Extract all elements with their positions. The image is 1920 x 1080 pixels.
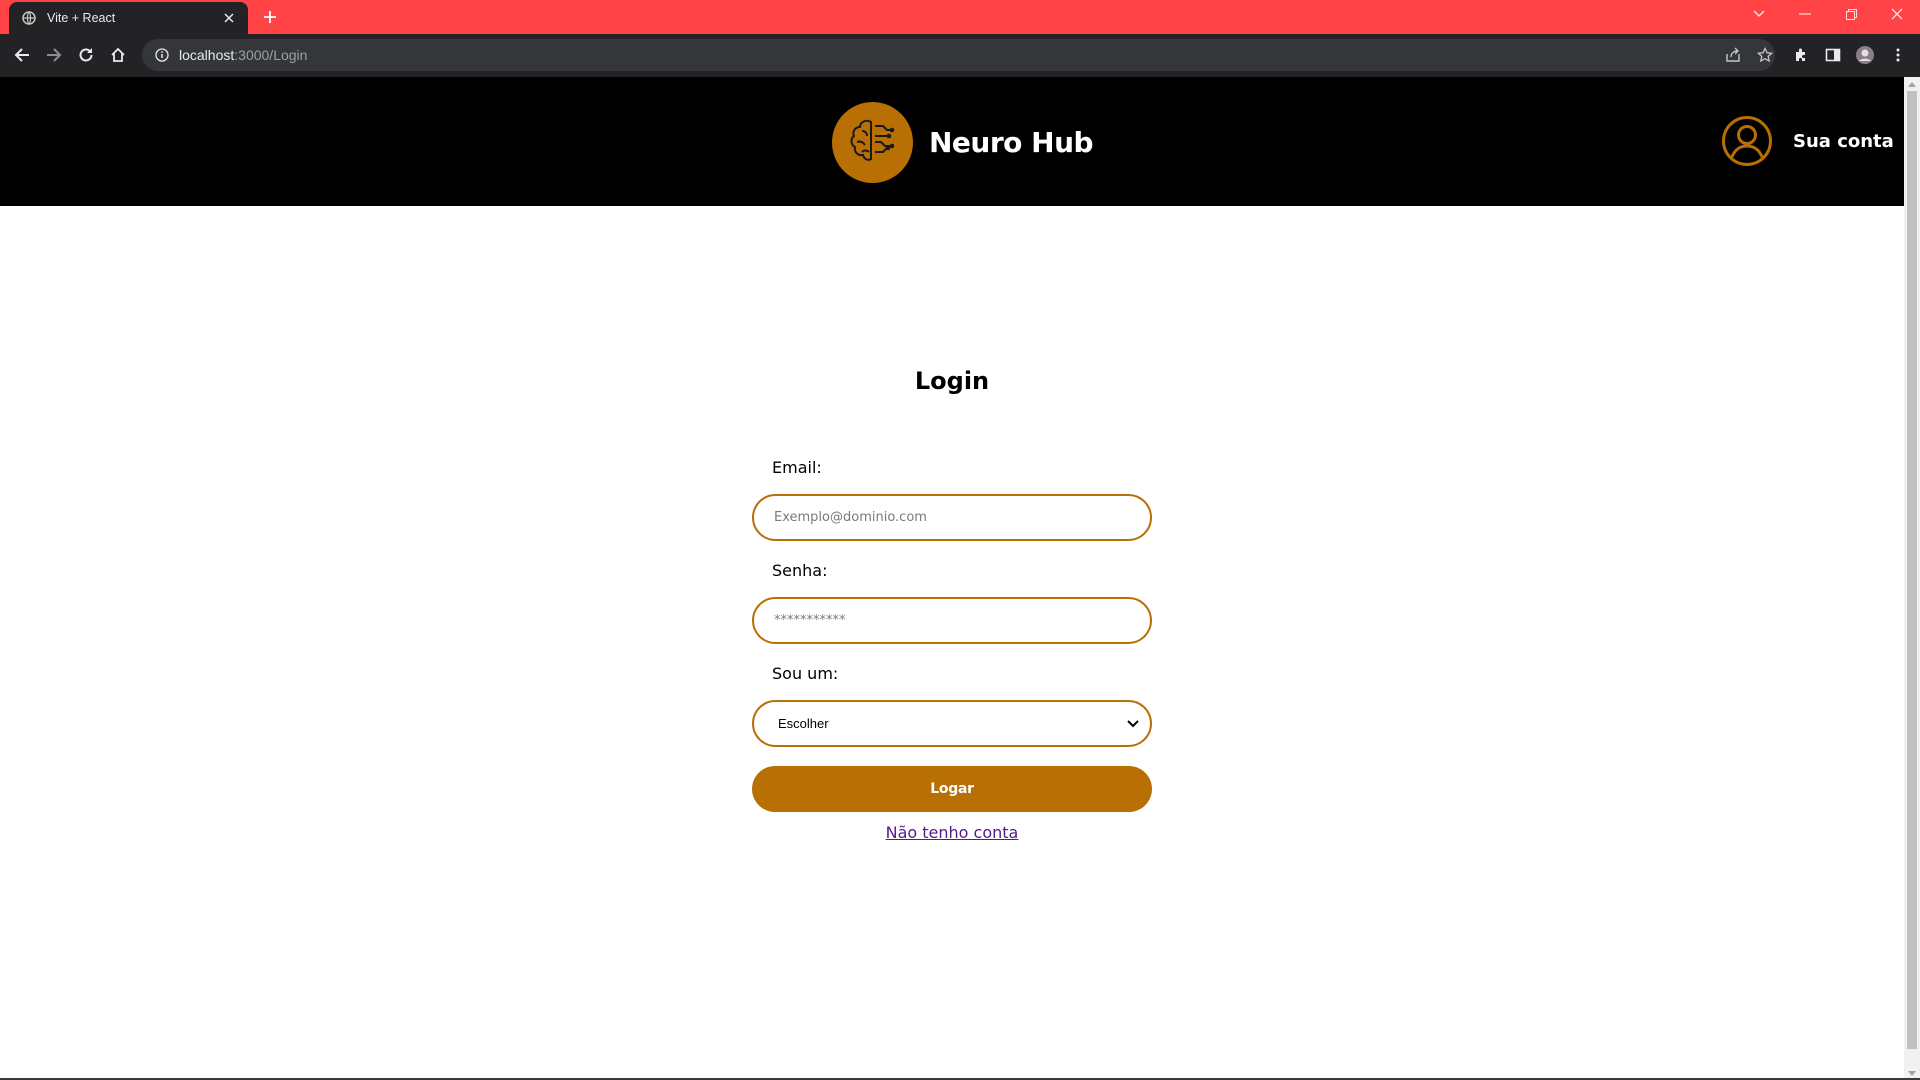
back-icon[interactable] (8, 41, 36, 69)
browser-menu-icon[interactable] (1886, 43, 1910, 67)
profile-avatar-icon[interactable] (1853, 43, 1877, 67)
site-info-icon[interactable] (154, 47, 170, 63)
restore-icon[interactable] (1831, 0, 1871, 28)
role-select[interactable]: Escolher (752, 700, 1152, 747)
login-button[interactable]: Logar (752, 766, 1152, 812)
browser-tab[interactable]: Vite + React (9, 2, 248, 34)
brand-name: Neuro Hub (929, 125, 1094, 159)
email-field[interactable] (774, 510, 1130, 525)
login-form: Email: Senha: Sou um: Escolher Logar Não… (752, 457, 1152, 842)
close-tab-icon[interactable] (220, 9, 238, 27)
tab-title: Vite + React (47, 11, 116, 25)
forward-icon[interactable] (40, 41, 68, 69)
email-label: Email: (772, 458, 822, 477)
minimize-icon[interactable] (1785, 0, 1825, 28)
url-host: localhost (179, 47, 235, 63)
register-link[interactable]: Não tenho conta (752, 823, 1152, 842)
url-text: localhost:3000/Login (179, 47, 307, 63)
password-label: Senha: (772, 561, 828, 580)
page-title: Login (914, 367, 990, 395)
new-tab-icon[interactable] (259, 6, 281, 28)
globe-icon (21, 10, 37, 26)
tab-search-icon[interactable] (1739, 0, 1779, 28)
reload-icon[interactable] (72, 41, 100, 69)
tab-strip: Vite + React (0, 0, 1920, 34)
address-bar[interactable]: localhost:3000/Login (142, 39, 1775, 71)
site-header: Neuro Hub Sua conta (0, 77, 1904, 206)
account-label: Sua conta (1793, 130, 1894, 152)
share-icon[interactable] (1722, 44, 1744, 66)
url-path: :3000/Login (234, 47, 308, 63)
brain-circuit-icon (832, 101, 913, 183)
home-icon[interactable] (104, 41, 132, 69)
account-menu[interactable]: Sua conta (1721, 115, 1894, 167)
brand[interactable]: Neuro Hub (832, 101, 1094, 183)
scroll-up-icon[interactable] (1904, 77, 1920, 91)
page-viewport: Neuro Hub Sua conta Login Email: Senha: … (0, 77, 1920, 1080)
close-window-icon[interactable] (1877, 0, 1917, 28)
password-field[interactable] (774, 613, 1130, 628)
email-field-wrapper (752, 494, 1152, 541)
bookmark-star-icon[interactable] (1754, 44, 1776, 66)
extensions-icon[interactable] (1789, 43, 1813, 67)
page-scrollbar[interactable] (1904, 77, 1920, 1080)
role-select-value: Escolher (778, 716, 829, 731)
password-field-wrapper (752, 597, 1152, 644)
user-circle-icon (1721, 115, 1773, 167)
side-panel-icon[interactable] (1821, 43, 1845, 67)
browser-chrome: Vite + React localhost:3000/Login (0, 0, 1920, 77)
chevron-down-icon (1126, 717, 1140, 731)
scrollbar-thumb[interactable] (1907, 91, 1917, 1049)
role-label: Sou um: (772, 664, 839, 683)
